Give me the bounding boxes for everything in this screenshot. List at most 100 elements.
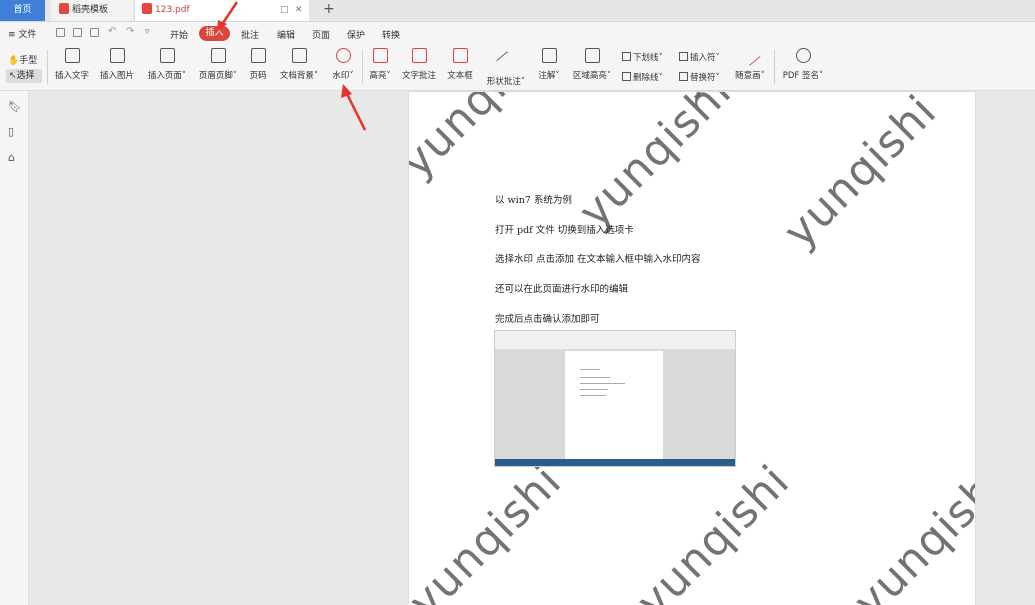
pdf-sign-label: PDF 签名˅ — [782, 71, 824, 81]
save-icon[interactable] — [73, 28, 82, 37]
insert-page-icon — [159, 48, 175, 63]
watermark-button[interactable]: 水印˅ — [329, 48, 357, 81]
replace-char-label: 替换符 — [690, 73, 716, 83]
insert-image-label: 插入图片 — [99, 71, 134, 81]
doc-line: 打开 pdf 文件 切换到插入选项卡 — [495, 225, 634, 236]
shape-annotation-button[interactable]: 形状批注˅ — [484, 48, 528, 87]
page-number-icon — [250, 48, 266, 63]
underline-button[interactable]: 下划线˅ — [622, 51, 663, 63]
pen-icon — [739, 44, 761, 67]
strikethrough-button[interactable]: 删除线˅ — [622, 71, 663, 83]
signature-pen-icon — [795, 48, 811, 63]
menu-convert[interactable]: 转换 — [382, 28, 400, 41]
text-annotation-icon — [411, 48, 427, 63]
freehand-draw-button[interactable]: 随意画˅ — [732, 44, 768, 81]
header-footer-button[interactable]: 页眉页脚˅ — [196, 48, 240, 81]
annotation-icon[interactable]: ⌂ — [8, 151, 19, 164]
open-icon[interactable] — [56, 28, 65, 37]
insert-page-button[interactable]: 插入页面˅ — [147, 48, 187, 81]
hand-tool[interactable]: ✋手型 — [8, 53, 37, 66]
quick-access-dropdown-icon[interactable]: ▿ — [145, 27, 150, 37]
text-annotation-button[interactable]: 文字批注 — [401, 48, 437, 81]
embedded-page — [565, 351, 663, 461]
bookmark-icon[interactable]: 🔖︎ — [8, 100, 22, 113]
embedded-text-line — [580, 377, 610, 378]
insert-text-button[interactable]: 插入文字 — [54, 48, 90, 81]
embedded-text-line — [580, 389, 608, 390]
menu-edit[interactable]: 编辑 — [277, 28, 295, 41]
insert-text-icon — [64, 48, 80, 63]
red-arrow-annotation — [217, 1, 239, 32]
pdf-file-icon — [142, 3, 152, 14]
text-box-button[interactable]: 文本框 — [447, 48, 473, 81]
strikethrough-label: 删除线 — [633, 73, 659, 83]
doc-line: 选择水印 点击添加 在文本输入框中输入水印内容 — [495, 254, 701, 265]
insert-image-button[interactable]: 插入图片 — [99, 48, 135, 81]
watermark-text: yunqishi — [409, 455, 572, 605]
underline-label: 下划线 — [633, 53, 659, 63]
document-background-icon — [291, 48, 307, 63]
doc-line: 完成后点击确认添加即可 — [495, 314, 600, 325]
select-tool[interactable]: ↖选择 — [6, 69, 42, 83]
tab-bar: 首页 稻壳模板 123.pdf □ ✕ + — [0, 0, 1035, 22]
hand-icon: ✋ — [8, 56, 20, 66]
window-restore-icon[interactable]: □ — [280, 0, 289, 21]
freehand-draw-text: 随意画 — [735, 71, 761, 81]
undo-icon[interactable]: ↶ — [108, 26, 116, 37]
menu-bar: ≡ 文件 ↶ ↷ ▿ 开始 插入 批注 编辑 页面 保护 转换 — [0, 22, 1035, 44]
redo-icon[interactable]: ↷ — [126, 26, 134, 37]
replace-char-button[interactable]: 替换符˅ — [679, 71, 720, 83]
cursor-icon: ↖ — [9, 71, 17, 81]
ribbon-divider — [47, 50, 48, 84]
embedded-text-line — [580, 383, 625, 384]
red-arrow-annotation — [341, 84, 367, 131]
insert-char-icon — [679, 52, 688, 61]
new-tab-button[interactable]: + — [323, 1, 335, 17]
watermark-text: yunqishi — [569, 92, 742, 239]
header-footer-text: 页眉页脚 — [198, 71, 233, 81]
print-icon[interactable] — [90, 28, 99, 37]
pdf-sign-text: PDF 签名 — [782, 71, 819, 81]
tab-pdf-label: 123.pdf — [155, 5, 190, 15]
area-highlight-label: 区域高亮˅ — [572, 71, 612, 81]
area-highlight-icon — [584, 48, 600, 63]
page-number-button[interactable]: 页码 — [248, 48, 268, 81]
hamburger-icon: ≡ — [8, 30, 16, 40]
file-menu-label: 文件 — [18, 30, 37, 40]
pdf-sign-button[interactable]: PDF 签名˅ — [781, 48, 825, 81]
ribbon-divider — [774, 50, 775, 84]
tab-home[interactable]: 首页 — [0, 0, 45, 21]
shape-annotation-label: 形状批注˅ — [486, 77, 526, 87]
shape-annotation-text: 形状批注 — [486, 77, 521, 87]
highlight-button[interactable]: 高亮˅ — [367, 48, 393, 81]
text-box-label: 文本框 — [447, 71, 473, 81]
embedded-taskbar — [495, 459, 735, 466]
doc-line: 还可以在此页面进行水印的编辑 — [495, 284, 629, 295]
header-footer-label: 页眉页脚˅ — [198, 71, 238, 81]
thumbnail-icon[interactable]: ▯ — [8, 125, 19, 138]
tab-template[interactable]: 稻壳模板 — [51, 0, 133, 21]
embedded-screenshot-image — [494, 330, 736, 467]
highlight-icon — [372, 48, 388, 63]
menu-protect[interactable]: 保护 — [347, 28, 365, 41]
area-highlight-button[interactable]: 区域高亮˅ — [571, 48, 613, 81]
note-icon — [541, 48, 557, 63]
file-menu[interactable]: ≡ 文件 — [8, 27, 36, 40]
ribbon-divider — [362, 50, 363, 84]
watermark-text: yunqishi — [409, 92, 564, 189]
insert-char-button[interactable]: 插入符˅ — [679, 51, 720, 63]
watermark-icon — [335, 48, 351, 63]
menu-start[interactable]: 开始 — [170, 28, 188, 41]
close-tab-icon[interactable]: ✕ — [295, 0, 303, 21]
document-background-text: 文档背景 — [279, 71, 314, 81]
menu-page[interactable]: 页面 — [312, 28, 330, 41]
underline-icon — [622, 52, 631, 61]
note-button[interactable]: 注解˅ — [536, 48, 562, 81]
watermark-text: yunqishi — [844, 455, 975, 605]
insert-text-label: 插入文字 — [54, 71, 89, 81]
pdf-page: yunqishi yunqishi yunqishi yunqishi yunq… — [409, 92, 975, 605]
embedded-text-line — [580, 395, 606, 396]
document-background-button[interactable]: 文档背景˅ — [277, 48, 321, 81]
select-tool-label: 选择 — [16, 71, 35, 81]
header-footer-icon — [210, 48, 226, 63]
